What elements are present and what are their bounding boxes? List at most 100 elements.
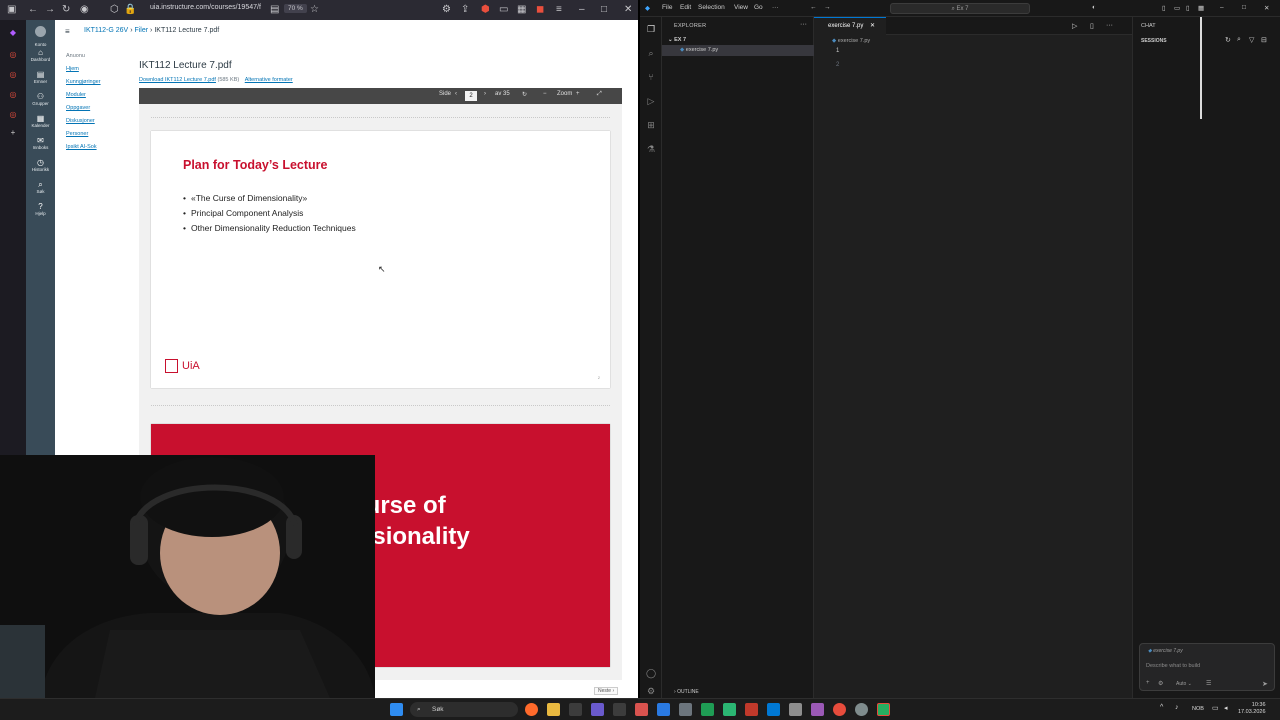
menu-view[interactable]: View <box>734 4 748 11</box>
nav-dashboard[interactable]: ⌂ Dashbord <box>26 48 55 62</box>
sidebar-app-icon[interactable]: ◆ <box>8 28 18 38</box>
forward-icon[interactable]: → <box>45 3 55 17</box>
search-icon[interactable]: ⌕ <box>645 47 657 59</box>
app-icon[interactable] <box>569 703 582 716</box>
course-menu-item-home[interactable]: Hjem <box>66 63 101 76</box>
menu-go[interactable]: Go <box>754 4 763 11</box>
menu-more[interactable]: ··· <box>772 4 779 11</box>
nav-back-icon[interactable]: ← <box>810 4 817 11</box>
editor-area[interactable]: exercise 7.py ✕ ▷ ▯ ··· ◆ exercise 7.py … <box>814 17 1132 698</box>
settings-gear-icon[interactable]: ⚙ <box>645 685 657 697</box>
account-icon[interactable]: ◯ <box>645 667 657 679</box>
explorer-file-item[interactable]: ◆ exercise 7.py <box>662 45 814 56</box>
search-icon[interactable]: ⌕ <box>1237 36 1241 44</box>
send-icon[interactable]: ➤ <box>1262 680 1268 688</box>
nav-calendar[interactable]: ▦ Kalender <box>26 114 55 128</box>
chat-context-file[interactable]: ◆ exercise 7.py <box>1148 648 1183 654</box>
address-bar[interactable]: uia.instructure.com/courses/19547/f <box>150 4 261 11</box>
nav-courses[interactable]: ▤ Emner <box>26 70 55 84</box>
refresh-icon[interactable]: ↻ <box>1225 36 1231 44</box>
extension-icon[interactable]: ◉ <box>80 3 89 17</box>
collapse-icon[interactable]: ⊟ <box>1261 36 1267 44</box>
settings-sliders-icon[interactable]: ☰ <box>1206 680 1211 687</box>
customize-layout-icon[interactable]: ▦ <box>1198 4 1204 12</box>
menu-edit[interactable]: Edit <box>680 4 691 11</box>
layout-sidebar-icon[interactable]: ▯ <box>1162 4 1166 12</box>
app-icon[interactable] <box>811 703 824 716</box>
sidebar-app-icon[interactable]: ◎ <box>8 70 18 80</box>
nav-search[interactable]: ⌕ Søk <box>26 180 55 194</box>
extensions-icon[interactable]: ⊞ <box>645 119 657 131</box>
course-menu-item-announcements[interactable]: Kunngjøringer <box>66 76 101 89</box>
nav-forward-icon[interactable]: → <box>824 4 831 11</box>
tools-icon[interactable]: ⚙ <box>1158 680 1163 687</box>
panel-sash[interactable] <box>1200 17 1202 119</box>
app-icon[interactable] <box>613 703 626 716</box>
app-icon[interactable] <box>745 703 758 716</box>
prev-page-icon[interactable]: ‹ <box>455 91 457 97</box>
menu-selection[interactable]: Selection <box>698 4 725 11</box>
tray-chevron-icon[interactable]: ^ <box>1160 704 1163 711</box>
clock[interactable]: 10:36 17.03.2026 <box>1238 702 1266 716</box>
calculator-icon[interactable] <box>679 703 692 716</box>
app-icon[interactable] <box>789 703 802 716</box>
nav-account[interactable]: Konto <box>26 24 55 47</box>
explorer-folder[interactable]: ⌄ EX 7 <box>668 37 686 43</box>
chat-input-box[interactable]: ◆ exercise 7.py Describe what to build +… <box>1139 643 1275 691</box>
source-control-icon[interactable]: ⑂ <box>645 71 657 83</box>
nav-help[interactable]: ? Hjelp <box>26 202 55 216</box>
app-icon[interactable] <box>701 703 714 716</box>
alternative-formats-link[interactable]: Alternative formater <box>245 77 293 83</box>
zoom-indicator[interactable]: 70 % <box>284 4 307 13</box>
file-explorer-icon[interactable] <box>547 703 560 716</box>
page-number-input[interactable]: 2 <box>465 91 477 101</box>
explorer-icon[interactable]: ❐ <box>645 23 657 35</box>
editor-tab[interactable]: exercise 7.py ✕ <box>814 17 886 35</box>
pocket-icon[interactable]: ⬢ <box>481 3 490 17</box>
app-icon[interactable] <box>877 703 890 716</box>
vscode-icon[interactable] <box>767 703 780 716</box>
command-center-search[interactable]: ⌕ Ex 7 <box>890 3 1030 14</box>
zoom-out-icon[interactable]: − <box>543 91 547 97</box>
run-debug-icon[interactable]: ▷ <box>645 95 657 107</box>
settings-gear-icon[interactable] <box>855 703 868 716</box>
breadcrumb-course[interactable]: IKT112-G 26V <box>84 27 128 34</box>
network-icon[interactable]: ▭ <box>1212 704 1219 712</box>
chat-mode-select[interactable]: Auto ⌄ <box>1176 681 1192 687</box>
course-menu-item-ai-search[interactable]: Ipsikt AI-Sok <box>66 141 101 154</box>
close-icon[interactable]: ✕ <box>624 3 632 17</box>
more-actions-icon[interactable]: ··· <box>1106 22 1113 29</box>
course-menu-item-people[interactable]: Personer <box>66 128 101 141</box>
zoom-in-icon[interactable]: + <box>576 91 580 97</box>
back-icon[interactable]: ← <box>28 3 38 17</box>
nav-inbox[interactable]: ✉ Innboks <box>26 136 55 150</box>
filter-icon[interactable]: ▽ <box>1249 36 1254 44</box>
menu-file[interactable]: File <box>662 4 672 11</box>
close-icon[interactable]: ✕ <box>1264 4 1269 12</box>
fullscreen-icon[interactable]: ⤢ <box>597 91 602 98</box>
course-menu-item-discussions[interactable]: Diskusjoner <box>66 115 101 128</box>
microphone-icon[interactable]: ♪ <box>1175 704 1179 711</box>
sidebar-toggle-icon[interactable]: ▣ <box>7 3 16 17</box>
editor-breadcrumb[interactable]: ◆ exercise 7.py <box>832 38 870 44</box>
maximize-icon[interactable]: □ <box>601 3 607 17</box>
add-context-icon[interactable]: + <box>1146 680 1150 686</box>
bookmark-star-icon[interactable]: ☆ <box>310 3 319 17</box>
chat-input-placeholder[interactable]: Describe what to build <box>1146 663 1200 669</box>
share-icon[interactable]: ⇪ <box>461 3 469 17</box>
copilot-icon[interactable]: ◐ <box>1092 4 1096 11</box>
extension-icon[interactable]: ⚙ <box>442 3 451 17</box>
run-python-icon[interactable]: ▷ <box>1072 22 1077 30</box>
windows-start-icon[interactable] <box>390 703 403 716</box>
language-indicator[interactable]: NOB <box>1192 706 1204 712</box>
testing-icon[interactable]: ⚗ <box>645 143 657 155</box>
screenshot-icon[interactable]: ▦ <box>517 3 526 17</box>
sidebar-app-icon[interactable]: ◎ <box>8 110 18 120</box>
addon-icon[interactable]: ◼ <box>536 3 544 17</box>
course-menu-item-assignments[interactable]: Oppgaver <box>66 102 101 115</box>
app-icon[interactable] <box>723 703 736 716</box>
add-icon[interactable]: + <box>8 128 18 138</box>
more-actions-icon[interactable]: ··· <box>800 21 807 28</box>
nav-history[interactable]: ◷ Historikk <box>26 158 55 172</box>
minimize-icon[interactable]: – <box>1220 4 1224 11</box>
